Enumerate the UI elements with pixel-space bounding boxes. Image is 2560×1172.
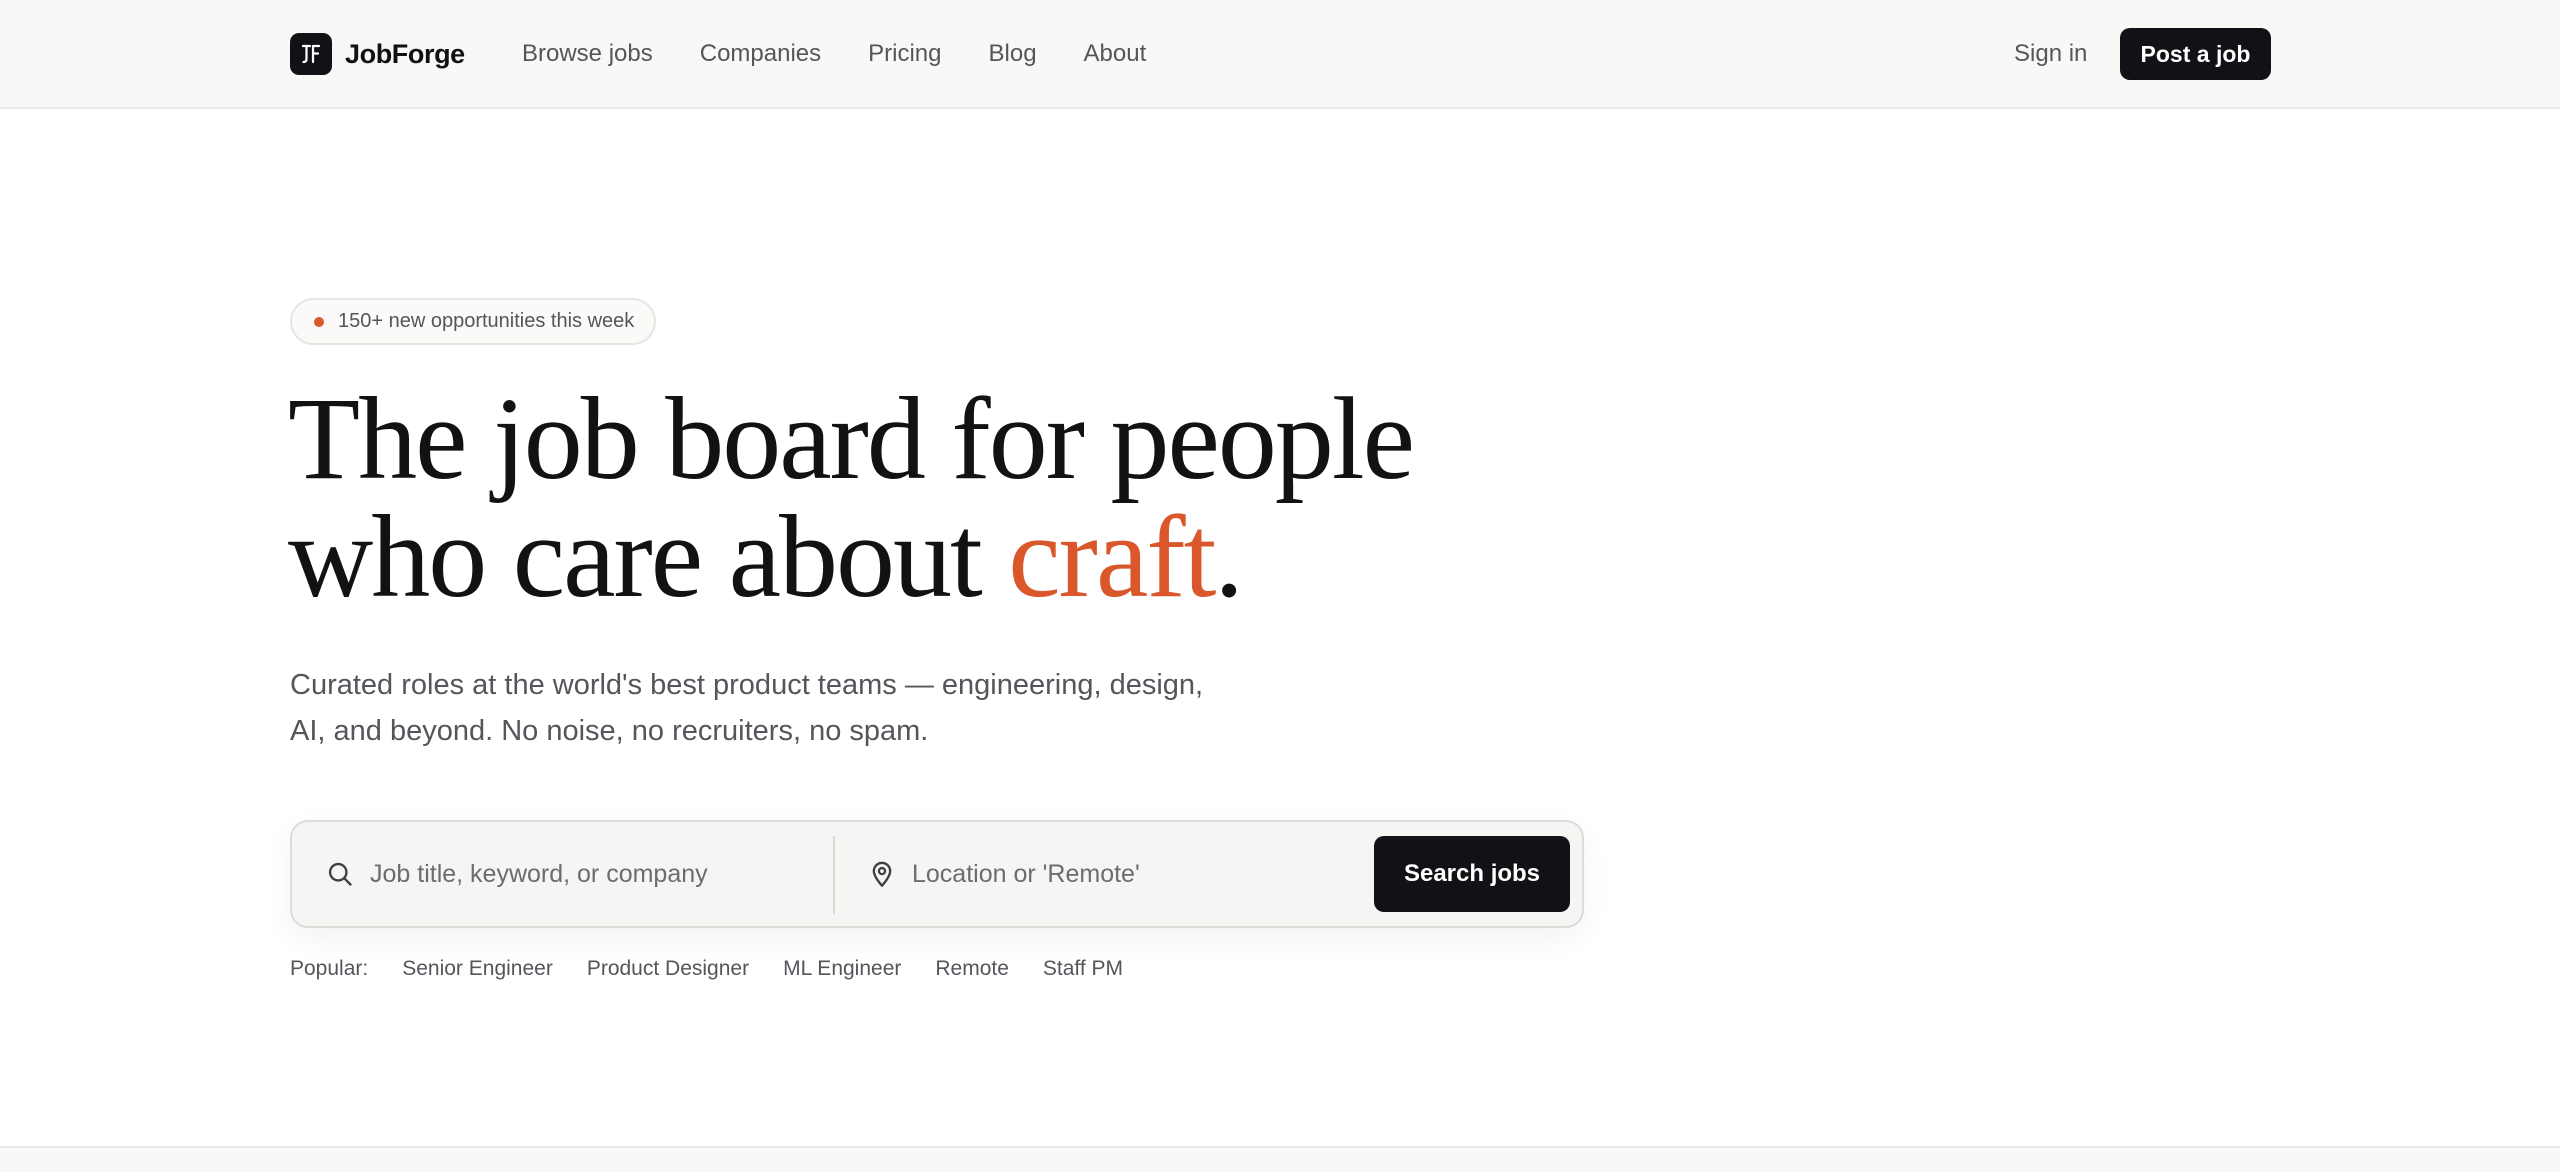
- main-nav: Browse jobs Companies Pricing Blog About: [522, 0, 1193, 107]
- popular-searches: Popular: Senior Engineer Product Designe…: [290, 954, 1157, 984]
- subhead-line-2: AI, and beyond. No noise, no recruiters,…: [290, 715, 929, 747]
- hero-headline: The job board for people who care about …: [288, 380, 1688, 616]
- headline-line-2: who care about craft.: [288, 498, 1688, 616]
- hero-subheadline: Curated roles at the world's best produc…: [290, 662, 1290, 754]
- sign-in-link[interactable]: Sign in: [2014, 0, 2087, 107]
- brand-name: JobForge: [345, 38, 465, 69]
- location-input[interactable]: [912, 859, 1338, 889]
- headline-line-1: The job board for people: [288, 373, 1415, 504]
- top-navigation-bar: JobForge Browse jobs Companies Pricing B…: [0, 0, 2560, 109]
- headline-accent-word: craft: [1008, 491, 1216, 622]
- headline-line-2-text: who care about: [288, 491, 1009, 622]
- status-dot-icon: [314, 316, 324, 327]
- popular-tag-ml-engineer[interactable]: ML Engineer: [783, 957, 901, 981]
- nav-link-companies[interactable]: Companies: [700, 40, 821, 68]
- popular-tag-staff-pm[interactable]: Staff PM: [1043, 957, 1123, 981]
- popular-label: Popular:: [290, 957, 369, 980]
- keyword-field[interactable]: [326, 836, 816, 912]
- location-field[interactable]: [868, 836, 1338, 912]
- job-search-bar: Search jobs: [290, 820, 1584, 928]
- search-field-divider: [833, 836, 835, 914]
- badge-text: 150+ new opportunities this week: [338, 310, 635, 332]
- jf-monogram-icon: [290, 33, 332, 75]
- nav-link-blog[interactable]: Blog: [989, 40, 1037, 68]
- new-opportunities-badge: 150+ new opportunities this week: [290, 298, 657, 345]
- headline-period: .: [1214, 491, 1243, 622]
- next-section-edge: [0, 1146, 2560, 1172]
- popular-tag-senior-engineer[interactable]: Senior Engineer: [402, 957, 553, 981]
- keyword-search-input[interactable]: [370, 859, 816, 889]
- subhead-line-1: Curated roles at the world's best produc…: [290, 669, 1204, 701]
- popular-tag-product-designer[interactable]: Product Designer: [587, 957, 749, 981]
- search-jobs-button[interactable]: Search jobs: [1374, 836, 1570, 912]
- map-pin-icon: [872, 861, 892, 887]
- popular-tag-remote[interactable]: Remote: [935, 957, 1009, 981]
- nav-link-browse-jobs[interactable]: Browse jobs: [522, 40, 653, 68]
- search-icon: [328, 862, 352, 886]
- nav-link-pricing[interactable]: Pricing: [868, 40, 941, 68]
- post-a-job-button[interactable]: Post a job: [2120, 28, 2271, 80]
- nav-link-about[interactable]: About: [1084, 40, 1147, 68]
- brand-logo-link[interactable]: JobForge: [290, 33, 465, 75]
